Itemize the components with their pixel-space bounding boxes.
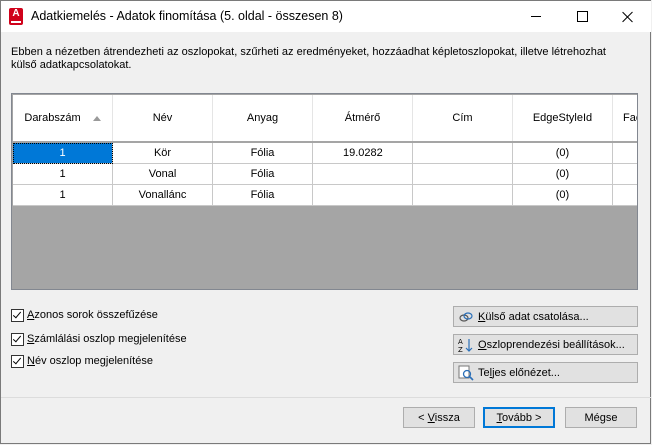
close-button[interactable] [605, 1, 651, 32]
show-name-column-checkbox[interactable]: Név oszlop megjelenítése [11, 353, 153, 369]
column-header-cim[interactable]: Cím [413, 95, 513, 141]
autocad-app-icon [9, 8, 23, 25]
window-title: Adatkiemelés - Adatok finomítása (5. old… [31, 9, 343, 23]
minimize-button[interactable] [513, 1, 559, 32]
table-row[interactable]: 1 Kör Fólia 19.0282 (0) [13, 143, 637, 164]
column-header-anyag[interactable]: Anyag [213, 95, 313, 141]
svg-text:Z: Z [458, 346, 463, 353]
button-label: Külső adat csatolása... [478, 310, 589, 323]
table-cell[interactable]: 1 [13, 185, 113, 206]
checkbox-label: Név oszlop megjelenítése [27, 355, 153, 367]
preview-magnifier-icon [458, 365, 474, 381]
button-label: < Vissza [418, 411, 460, 424]
column-header-atmero[interactable]: Átmérő [313, 95, 413, 141]
table-cell[interactable] [313, 185, 413, 206]
link-data-icon [458, 309, 474, 325]
page-description: Ebben a nézetben átrendezheti az oszlopo… [11, 46, 606, 71]
column-header-label: Név [152, 112, 173, 124]
checkbox-label: Azonos sorok összefűzése [27, 309, 158, 321]
checkbox-checked-icon [11, 332, 24, 346]
show-count-column-checkbox[interactable]: Számlálási oszlop megjelenítése [11, 331, 187, 347]
table-cell[interactable] [413, 164, 513, 185]
table-cell[interactable] [613, 143, 637, 164]
close-icon [622, 11, 634, 23]
combine-identical-rows-checkbox[interactable]: Azonos sorok összefűzése [11, 307, 158, 323]
table-cell[interactable]: Fólia [213, 164, 313, 185]
sort-ascending-icon [92, 115, 101, 121]
footer-divider [1, 397, 651, 398]
table-cell[interactable] [413, 143, 513, 164]
table-cell[interactable]: 1 [13, 143, 113, 164]
back-button[interactable]: < Vissza [403, 407, 475, 428]
table-row[interactable]: 1 Vonallánc Fólia (0) [13, 185, 637, 206]
title-bar: Adatkiemelés - Adatok finomítása (5. old… [1, 1, 651, 32]
column-header-label: EdgeStyleId [532, 112, 593, 124]
link-external-data-button[interactable]: Külső adat csatolása... [453, 306, 638, 327]
column-header-label: Cím [452, 112, 473, 124]
sort-az-icon: AZ [458, 337, 474, 354]
checkbox-label: Számlálási oszlop megjelenítése [27, 333, 187, 345]
table-cell[interactable]: Vonal [113, 164, 213, 185]
table-row[interactable]: 1 Vonal Fólia (0) [13, 164, 637, 185]
table-cell[interactable]: Vonallánc [113, 185, 213, 206]
table-cell[interactable]: (0) [513, 164, 613, 185]
svg-text:A: A [458, 338, 463, 346]
column-header-nev[interactable]: Név [113, 95, 213, 141]
button-label: Oszloprendezési beállítások... [478, 338, 625, 351]
table-cell[interactable]: 1 [13, 164, 113, 185]
button-label: Mégse [584, 411, 618, 424]
table-cell[interactable] [413, 185, 513, 206]
table-cell[interactable]: 19.0282 [313, 143, 413, 164]
column-header-edgestyleid[interactable]: EdgeStyleId [513, 95, 613, 141]
minimize-icon [531, 16, 541, 17]
maximize-icon [576, 11, 588, 22]
checkbox-checked-icon [11, 354, 24, 368]
cancel-button[interactable]: Mégse [565, 407, 637, 428]
button-label: Tovább > [496, 411, 542, 424]
table-cell[interactable]: (0) [513, 143, 613, 164]
grid-header: Darabszám Név Anyag Átmérő Cím EdgeStyle… [13, 95, 637, 141]
table-cell[interactable] [613, 164, 637, 185]
button-label: Teljes előnézet... [478, 366, 560, 379]
table-cell[interactable]: Kör [113, 143, 213, 164]
column-header-label: Átmérő [344, 112, 381, 124]
data-grid[interactable]: Darabszám Név Anyag Átmérő Cím EdgeStyle… [11, 93, 638, 290]
full-preview-button[interactable]: Teljes előnézet... [453, 362, 638, 383]
maximize-button[interactable] [559, 1, 605, 32]
column-header-label: Darabszám [24, 112, 81, 124]
column-header-label: Fac [623, 112, 637, 124]
column-sort-settings-button[interactable]: AZ Oszloprendezési beállítások... [453, 334, 638, 355]
column-header-label: Anyag [246, 112, 279, 124]
table-cell[interactable]: Fólia [213, 143, 313, 164]
dialog-window: Adatkiemelés - Adatok finomítása (5. old… [0, 0, 651, 444]
column-header-fac[interactable]: Fac [613, 95, 637, 141]
column-header-darabszam[interactable]: Darabszám [13, 95, 113, 141]
next-button[interactable]: Tovább > [483, 407, 555, 428]
table-cell[interactable] [613, 185, 637, 206]
table-cell[interactable]: Fólia [213, 185, 313, 206]
table-cell[interactable]: (0) [513, 185, 613, 206]
checkbox-checked-icon [11, 308, 24, 322]
table-cell[interactable] [313, 164, 413, 185]
